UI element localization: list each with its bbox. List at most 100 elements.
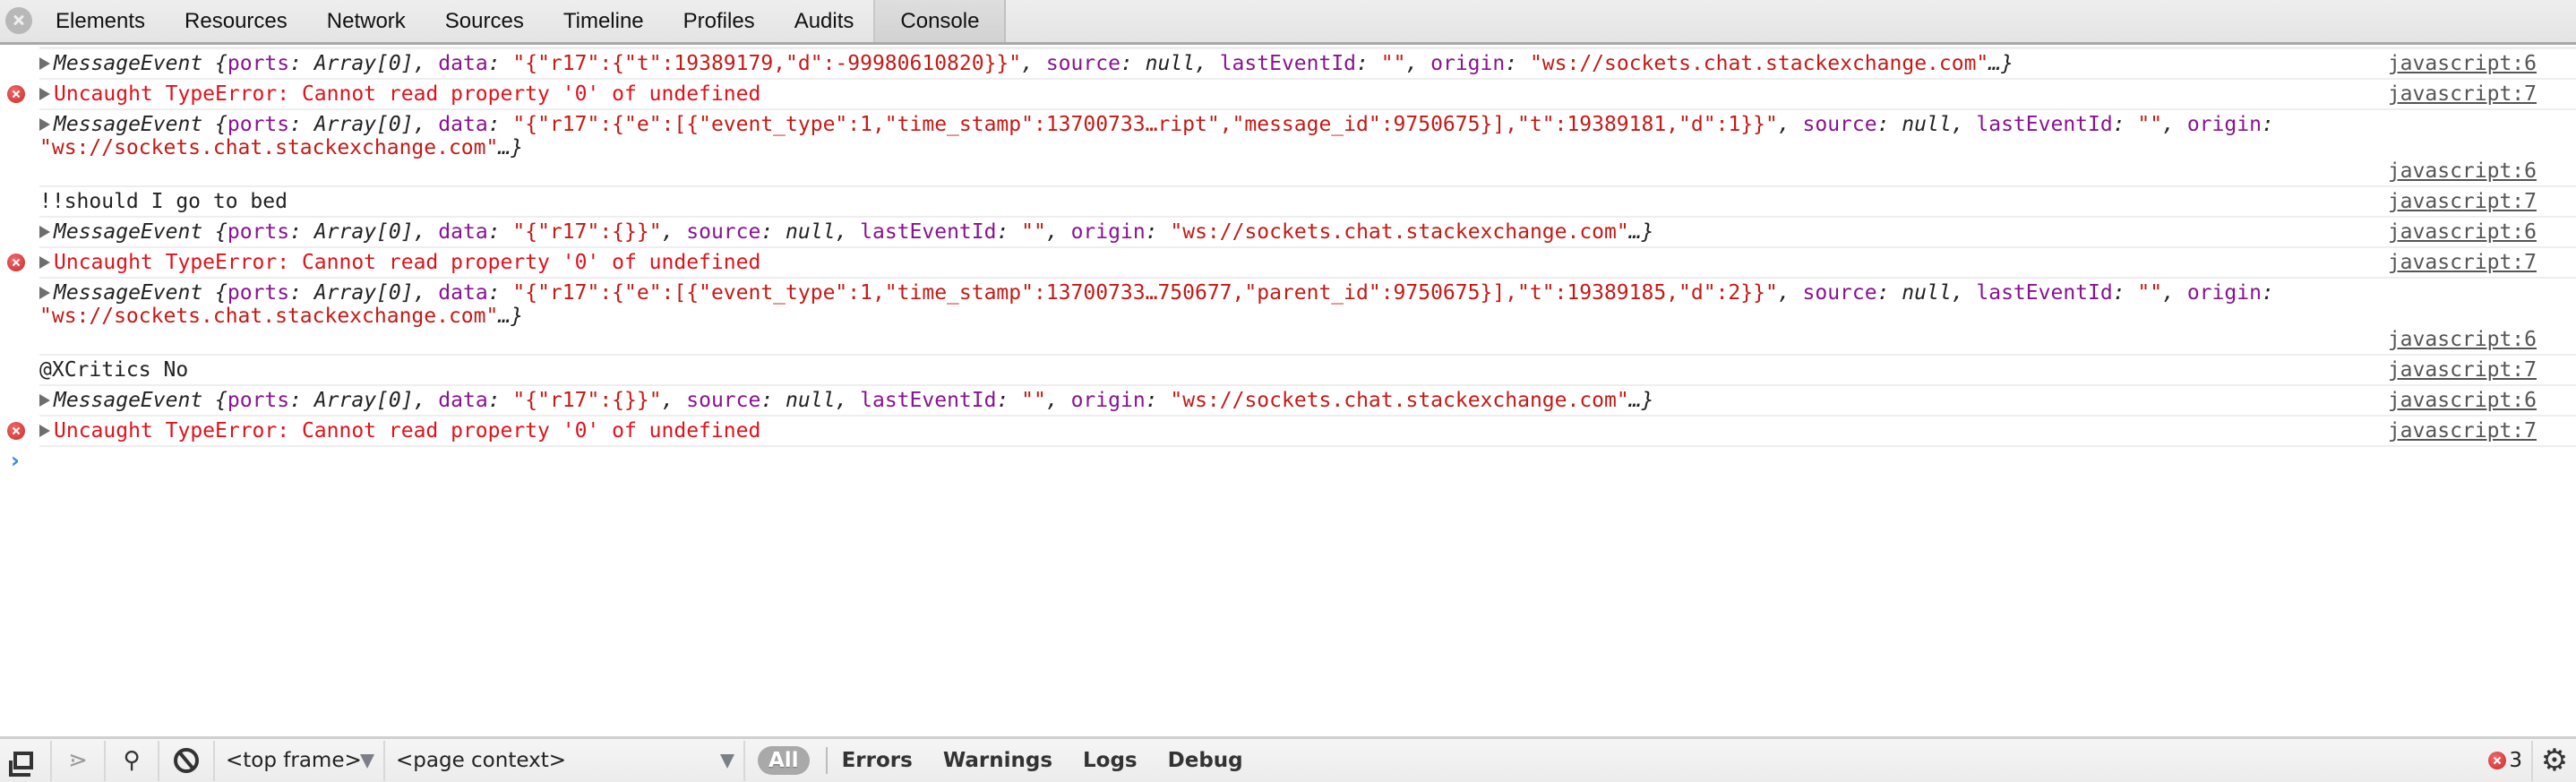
- object-text: ,: [2162, 281, 2187, 305]
- filter-logs[interactable]: Logs: [1083, 749, 1138, 772]
- tab-timeline[interactable]: Timeline: [544, 0, 664, 42]
- object-text: : Array[0],: [289, 281, 439, 305]
- source-link[interactable]: javascript:7: [2388, 82, 2537, 106]
- property-key: data: [438, 113, 488, 136]
- error-icon: [2488, 752, 2507, 769]
- filter-warnings[interactable]: Warnings: [943, 749, 1052, 772]
- object-text: …}: [1628, 389, 1654, 412]
- source-link[interactable]: javascript:6: [2388, 52, 2537, 75]
- object-text: : null,: [1120, 52, 1220, 75]
- object-text: …}: [1628, 220, 1654, 244]
- source-link[interactable]: javascript:6: [2388, 389, 2537, 412]
- property-key: source: [686, 389, 761, 412]
- filter-errors[interactable]: Errors: [842, 749, 913, 772]
- property-key: ports: [227, 281, 290, 305]
- property-key: lastEventId: [1976, 113, 2113, 136]
- console-log-message: !!should I go to bed javascript:7: [39, 185, 2576, 216]
- property-key: lastEventId: [1219, 52, 1357, 75]
- error-count: 3: [2509, 749, 2522, 772]
- source-link[interactable]: javascript:6: [2388, 328, 2537, 351]
- source-link[interactable]: javascript:7: [2388, 190, 2537, 213]
- source-link[interactable]: javascript:6: [2388, 220, 2537, 244]
- expand-triangle-icon[interactable]: [39, 425, 50, 437]
- expand-triangle-icon[interactable]: [39, 88, 50, 100]
- property-key: source: [1802, 281, 1877, 305]
- string-value: "{"r17":{"e":[{"event_type":1,"time_stam…: [512, 113, 1778, 136]
- console-messages: MessageEvent {ports: Array[0], data: "{"…: [0, 47, 2576, 736]
- string-value: "": [2137, 113, 2163, 136]
- devtools-tab-bar: Elements Resources Network Sources Timel…: [0, 0, 2576, 45]
- console-object-message: MessageEvent {ports: Array[0], data: "{"…: [39, 277, 2576, 354]
- object-text: :: [2261, 113, 2287, 136]
- string-value: "{"r17":{"t":19389179,"d":-99980610820}}…: [512, 52, 1022, 75]
- dock-icon: [9, 752, 33, 777]
- console-error-message: Uncaught TypeError: Cannot read property…: [7, 246, 2576, 277]
- property-key: data: [438, 220, 488, 244]
- close-devtools-button[interactable]: [5, 7, 32, 34]
- message-text: MessageEvent {ports: Array[0], data: "{"…: [39, 281, 2576, 351]
- object-text: :: [1505, 52, 1530, 75]
- source-link[interactable]: javascript:7: [2388, 419, 2537, 443]
- message-text: MessageEvent {ports: Array[0], data: "{"…: [39, 113, 2576, 183]
- frame-select-value: <top frame>: [226, 749, 362, 772]
- string-value: "": [1021, 220, 1046, 244]
- source-link[interactable]: javascript:7: [2388, 358, 2537, 382]
- object-text: :: [487, 389, 513, 412]
- object-text: ,: [2162, 113, 2187, 136]
- clear-console-button[interactable]: [159, 740, 215, 781]
- tab-audits[interactable]: Audits: [775, 0, 874, 42]
- tab-profiles[interactable]: Profiles: [664, 0, 775, 42]
- settings-button[interactable]: ⚙: [2531, 740, 2576, 781]
- tab-console[interactable]: Console: [873, 0, 1007, 42]
- message-body: !!should I go to bed: [39, 190, 288, 213]
- search-button[interactable]: ⚲: [106, 740, 159, 781]
- object-text: : null,: [1876, 281, 1977, 305]
- property-key: origin: [1070, 389, 1146, 412]
- property-key: lastEventId: [1976, 281, 2113, 305]
- clear-icon: [174, 748, 199, 773]
- level-filters: All Errors Warnings Logs Debug: [758, 746, 1274, 775]
- source-link[interactable]: javascript:7: [2388, 251, 2537, 274]
- object-text: : null,: [1876, 113, 1977, 136]
- property-key: origin: [2186, 113, 2262, 136]
- expand-triangle-icon[interactable]: [39, 57, 50, 70]
- tab-network[interactable]: Network: [307, 0, 425, 42]
- object-text: : Array[0],: [289, 52, 439, 75]
- expand-triangle-icon[interactable]: [39, 394, 50, 407]
- console-error-message: Uncaught TypeError: Cannot read property…: [7, 78, 2576, 108]
- string-value: "": [1380, 52, 1406, 75]
- object-text: MessageEvent {: [54, 113, 228, 136]
- console-prompt[interactable]: ›: [11, 445, 2576, 476]
- string-value: "ws://sockets.chat.stackexchange.com": [39, 136, 499, 159]
- tab-resources[interactable]: Resources: [165, 0, 307, 42]
- filter-all[interactable]: All: [758, 746, 810, 775]
- object-text: ,: [1777, 113, 1803, 136]
- error-count-badge[interactable]: 3: [2488, 749, 2522, 772]
- property-key: data: [438, 52, 488, 75]
- string-value: "{"r17":{"e":[{"event_type":1,"time_stam…: [512, 281, 1778, 305]
- property-key: ports: [227, 389, 290, 412]
- tab-elements[interactable]: Elements: [43, 0, 165, 42]
- object-text: :: [1356, 52, 1381, 75]
- expand-triangle-icon[interactable]: [39, 226, 50, 238]
- tab-sources[interactable]: Sources: [425, 0, 544, 42]
- expand-triangle-icon[interactable]: [39, 256, 50, 269]
- show-drawer-button[interactable]: ⋗: [52, 740, 106, 781]
- source-link[interactable]: javascript:6: [2388, 159, 2537, 183]
- object-text: ,: [1045, 220, 1071, 244]
- object-text: ,: [1405, 52, 1431, 75]
- object-text: :: [2112, 281, 2138, 305]
- dock-button[interactable]: [0, 740, 52, 781]
- message-text: MessageEvent {ports: Array[0], data: "{"…: [39, 220, 2576, 244]
- expand-triangle-icon[interactable]: [39, 118, 50, 131]
- message-text: Uncaught TypeError: Cannot read property…: [39, 82, 2576, 106]
- context-select[interactable]: <page context>: [385, 740, 745, 781]
- expand-triangle-icon[interactable]: [39, 287, 50, 299]
- filter-debug[interactable]: Debug: [1168, 749, 1243, 772]
- object-text: …}: [1988, 52, 2014, 75]
- console-input[interactable]: [39, 447, 2576, 476]
- object-text: :: [1145, 389, 1171, 412]
- frame-select[interactable]: <top frame>: [215, 740, 385, 781]
- string-value: "": [1021, 389, 1046, 412]
- gear-icon: ⚙: [2540, 743, 2569, 778]
